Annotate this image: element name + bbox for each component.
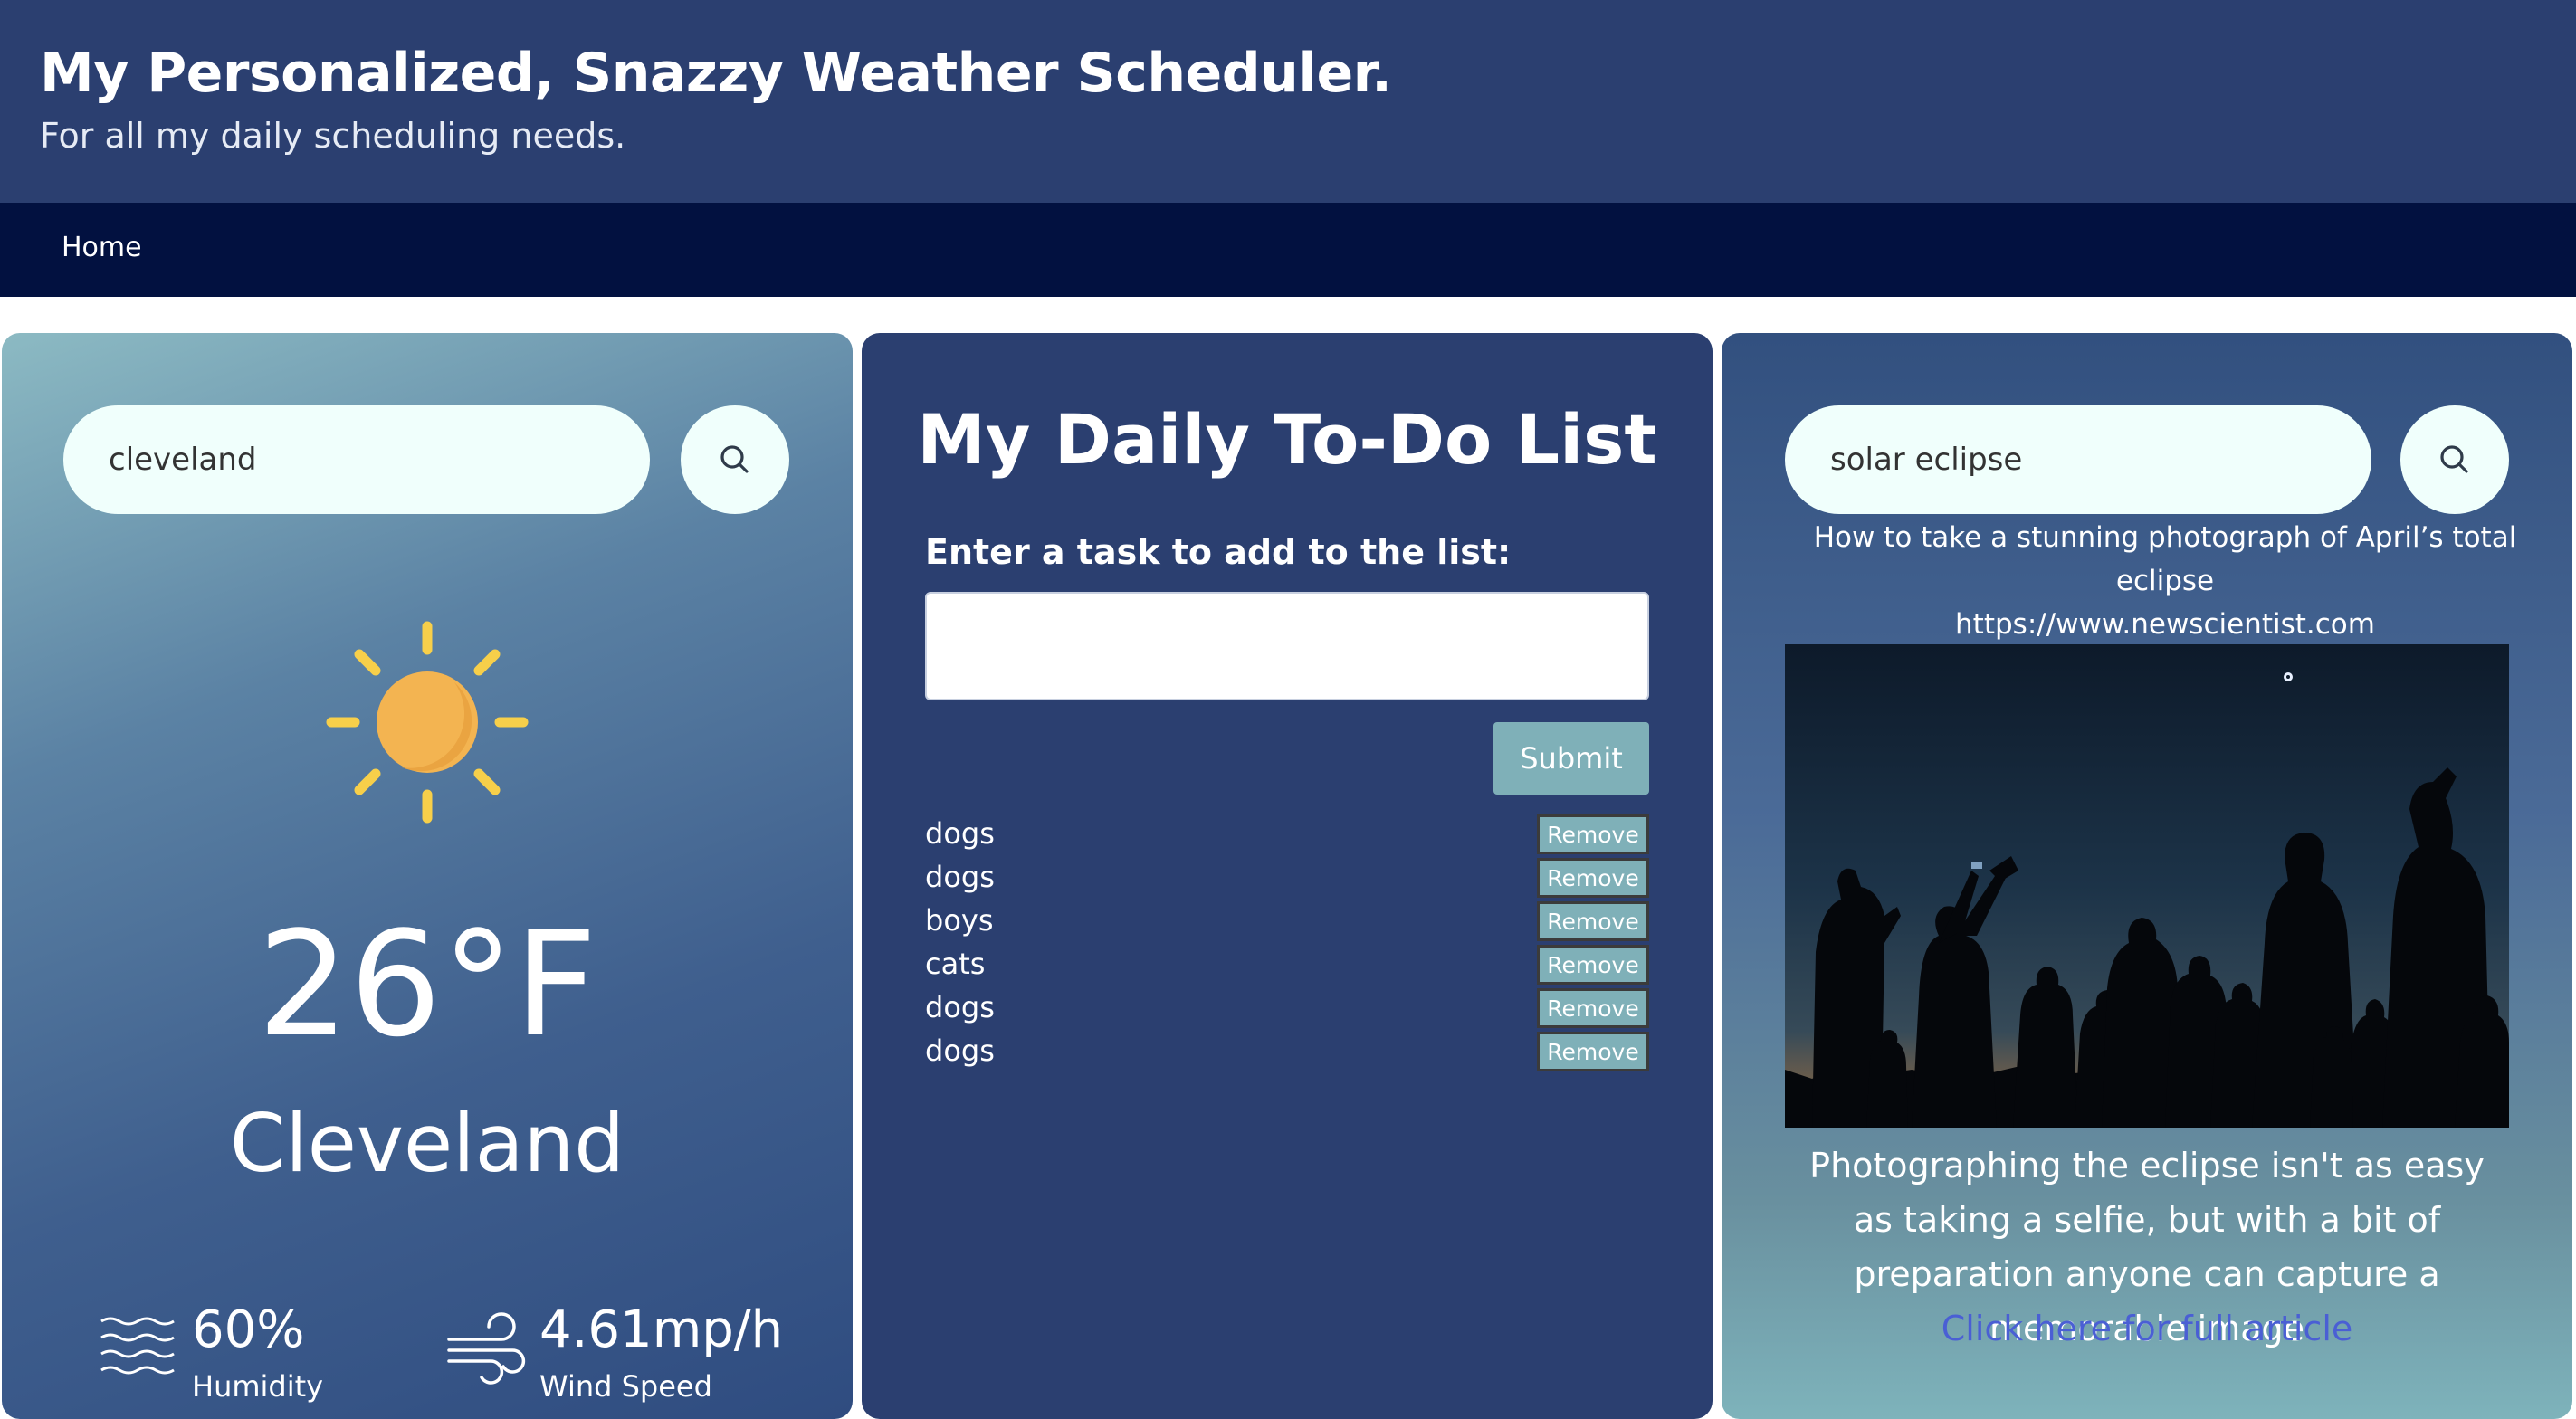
news-card: How to take a stunning photograph of Apr… (1722, 333, 2572, 1419)
remove-button[interactable]: Remove (1537, 901, 1649, 941)
task-item: boys Remove (925, 901, 1649, 945)
task-item: cats Remove (925, 945, 1649, 988)
news-search-input[interactable] (1785, 405, 2371, 514)
article-image (1785, 644, 2509, 1128)
task-item: dogs Remove (925, 1032, 1649, 1075)
submit-button[interactable]: Submit (1493, 722, 1649, 795)
search-icon (720, 445, 749, 473)
humidity-value: 60% (192, 1300, 305, 1359)
article-source-url: https://www.newscientist.com (1955, 608, 2375, 641)
city-search-input[interactable] (63, 405, 650, 514)
task-item: dogs Remove (925, 988, 1649, 1032)
weather-card: 26°F Cleveland 60% Humidity 4.61mp/h Win… (2, 333, 853, 1419)
todo-card: My Daily To-Do List Enter a task to add … (862, 333, 1713, 1419)
task-text: dogs (925, 860, 995, 894)
site-header: My Personalized, Snazzy Weather Schedule… (0, 0, 2576, 203)
todo-title: My Daily To-Do List (917, 399, 1657, 480)
article-title-block: How to take a stunning photograph of Apr… (1803, 516, 2527, 646)
temperature-value: 26°F (257, 900, 597, 1069)
article-title: How to take a stunning photograph of Apr… (1813, 521, 2517, 597)
task-input[interactable] (925, 592, 1649, 700)
city-name: Cleveland (229, 1097, 625, 1190)
news-search-button[interactable] (2400, 405, 2509, 514)
humidity-label: Humidity (192, 1369, 324, 1404)
task-text: dogs (925, 1033, 995, 1068)
remove-button[interactable]: Remove (1537, 988, 1649, 1028)
site-title: My Personalized, Snazzy Weather Schedule… (40, 42, 1392, 105)
remove-button[interactable]: Remove (1537, 1032, 1649, 1071)
wind-speed-value: 4.61mp/h (539, 1300, 784, 1359)
full-article-link[interactable]: Click here for full article (1785, 1301, 2509, 1356)
wind-icon (447, 1312, 526, 1385)
task-text: dogs (925, 816, 995, 851)
remove-button[interactable]: Remove (1537, 945, 1649, 985)
navbar: Home (0, 203, 2576, 297)
task-item: dogs Remove (925, 858, 1649, 901)
wind-speed-label: Wind Speed (539, 1369, 712, 1404)
remove-button[interactable]: Remove (1537, 814, 1649, 854)
search-icon (2440, 445, 2468, 473)
site-subtitle: For all my daily scheduling needs. (40, 116, 626, 156)
humidity-icon (100, 1317, 175, 1375)
weather-search-button[interactable] (681, 405, 789, 514)
task-text: cats (925, 947, 986, 981)
task-item: dogs Remove (925, 814, 1649, 858)
remove-button[interactable]: Remove (1537, 858, 1649, 898)
task-text: boys (925, 903, 994, 938)
task-input-label: Enter a task to add to the list: (925, 532, 1512, 572)
sun-icon (326, 621, 529, 824)
task-text: dogs (925, 990, 995, 1024)
nav-home-link[interactable]: Home (62, 232, 142, 263)
